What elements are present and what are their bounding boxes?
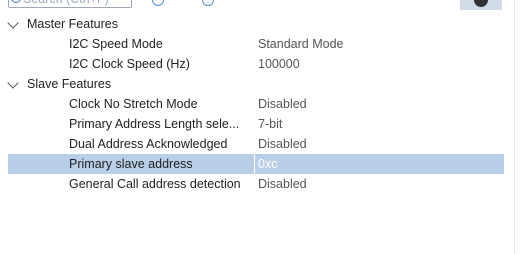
property-row[interactable]: Clock No Stretch Mode Disabled bbox=[0, 94, 514, 114]
property-row[interactable]: I2C Speed Mode Standard Mode bbox=[0, 34, 514, 54]
property-name: General Call address detection bbox=[69, 177, 241, 191]
group-label: Slave Features bbox=[27, 77, 112, 91]
expand-all-icon[interactable] bbox=[152, 0, 164, 6]
chevron-down-icon[interactable] bbox=[7, 77, 19, 89]
property-row[interactable]: Primary Address Length sele... 7-bit bbox=[0, 114, 514, 134]
chevron-down-icon[interactable] bbox=[7, 17, 19, 29]
property-name: Dual Address Acknowledged bbox=[69, 137, 228, 151]
property-name: I2C Speed Mode bbox=[69, 37, 163, 51]
property-row[interactable]: Dual Address Acknowledged Disabled bbox=[0, 134, 514, 154]
info-button[interactable] bbox=[460, 0, 502, 10]
search-box[interactable] bbox=[8, 0, 132, 8]
property-row-selected[interactable]: Primary slave address 0xc bbox=[8, 154, 504, 174]
group-label: Master Features bbox=[27, 17, 119, 31]
property-value[interactable]: 7-bit bbox=[258, 117, 282, 131]
property-value-editor[interactable]: 0xc bbox=[258, 157, 277, 171]
group-row-master-features[interactable]: Master Features bbox=[0, 14, 514, 34]
property-row[interactable]: I2C Clock Speed (Hz) 100000 bbox=[0, 54, 514, 74]
property-name: I2C Clock Speed (Hz) bbox=[69, 57, 190, 71]
collapse-all-icon[interactable] bbox=[202, 0, 214, 6]
property-value[interactable]: 100000 bbox=[258, 57, 300, 71]
property-name: Primary slave address bbox=[69, 157, 193, 171]
group-row-slave-features[interactable]: Slave Features bbox=[0, 74, 514, 94]
vertical-scrollbar[interactable] bbox=[514, 0, 524, 254]
property-row[interactable]: General Call address detection Disabled bbox=[0, 174, 514, 194]
property-value[interactable]: Disabled bbox=[258, 177, 307, 191]
search-icon bbox=[11, 0, 21, 3]
value-divider bbox=[254, 154, 255, 174]
property-name: Clock No Stretch Mode bbox=[69, 97, 198, 111]
property-value[interactable]: Standard Mode bbox=[258, 37, 343, 51]
property-value[interactable]: Disabled bbox=[258, 137, 307, 151]
property-value[interactable]: Disabled bbox=[258, 97, 307, 111]
property-name: Primary Address Length sele... bbox=[69, 117, 240, 131]
info-icon bbox=[474, 0, 488, 7]
search-input[interactable] bbox=[23, 0, 129, 7]
toolbar bbox=[0, 0, 524, 10]
